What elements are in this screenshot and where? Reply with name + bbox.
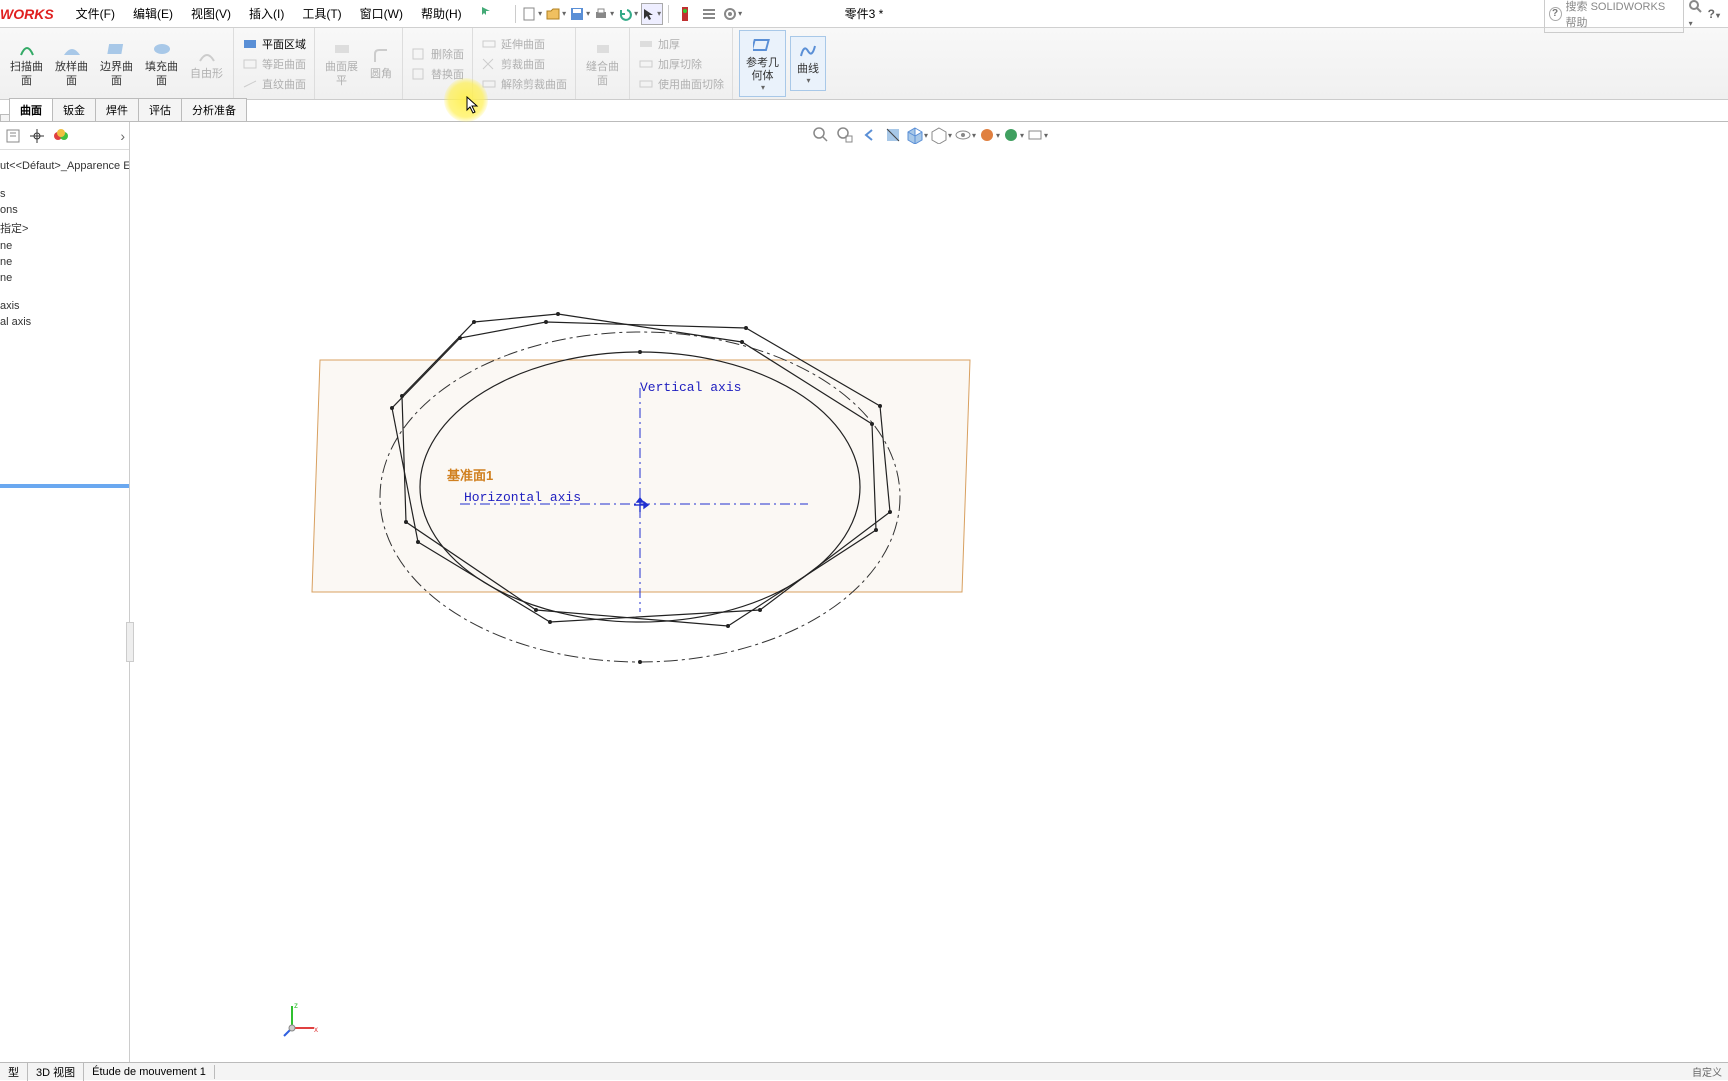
document-title: 零件3 * (845, 5, 884, 22)
thicken-button: 加厚 (634, 34, 728, 54)
flatten-surface-button: 曲面展 平 (319, 37, 364, 89)
undo-icon[interactable]: ▾ (617, 3, 639, 25)
tree-config[interactable]: ut<<Défaut>_Apparence Et (0, 158, 125, 174)
ruled-surface-button: 直纹曲面 (238, 74, 310, 94)
svg-text:x: x (314, 1025, 318, 1034)
rebuild-icon[interactable] (674, 3, 696, 25)
menu-window[interactable]: 窗口(W) (352, 1, 411, 26)
tab-motion-study[interactable]: Étude de mouvement 1 (84, 1065, 215, 1079)
offset-surface-button: 等距曲面 (238, 54, 310, 74)
untrim-surface-button: 解除剪裁曲面 (477, 74, 571, 94)
select-icon[interactable]: ▾ (641, 3, 663, 25)
tab-model[interactable]: 型 (0, 1063, 28, 1081)
sketch-drawing (130, 122, 1728, 1022)
help-menu-icon[interactable]: ?▾ (1708, 7, 1720, 21)
menu-view[interactable]: 视图(V) (183, 1, 239, 26)
tab-weldments[interactable]: 焊件 (95, 98, 139, 121)
thicken-cut-button: 加厚切除 (634, 54, 728, 74)
menu-edit[interactable]: 编辑(E) (125, 1, 181, 26)
panel-resize-handle[interactable] (126, 622, 134, 662)
command-tab-bar: 曲面 钣金 焊件 评估 分析准备 (0, 100, 1728, 122)
pin-icon[interactable] (472, 1, 500, 26)
app-logo: WORKS (0, 6, 60, 22)
tab-surfaces[interactable]: 曲面 (9, 98, 53, 121)
tree-item[interactable]: s (0, 186, 125, 202)
tree-item[interactable]: axis (0, 298, 125, 314)
filled-surface-button[interactable]: 填充曲 面 (139, 37, 184, 89)
open-file-icon[interactable]: ▾ (545, 3, 567, 25)
settings-icon[interactable]: ▾ (722, 3, 744, 25)
search-input[interactable]: ?搜索 SOLIDWORKS 帮助 (1544, 0, 1684, 33)
menu-bar: 文件(F) 编辑(E) 视图(V) 插入(I) 工具(T) 窗口(W) 帮助(H… (68, 1, 500, 26)
vertical-axis-label: Vertical axis (640, 380, 741, 395)
standard-toolbar: ▾ ▾ ▾ ▾ ▾ ▾ ▾ (512, 3, 744, 25)
horizontal-axis-label: Horizontal axis (464, 490, 581, 505)
boundary-surface-button[interactable]: 边界曲 面 (94, 37, 139, 89)
tab-sheet-metal[interactable]: 钣金 (52, 98, 96, 121)
knit-surface-button: 缝合曲 面 (580, 37, 625, 89)
ribbon: 扫描曲 面 放样曲 面 边界曲 面 填充曲 面 自由形 平面区域 等距曲面 直纹… (0, 28, 1728, 100)
tab-3d-view[interactable]: 3D 视图 (28, 1063, 84, 1081)
cut-with-surface-button: 使用曲面切除 (634, 74, 728, 94)
title-bar: WORKS 文件(F) 编辑(E) 视图(V) 插入(I) 工具(T) 窗口(W… (0, 0, 1728, 28)
tree-item[interactable]: al axis (0, 314, 125, 330)
feature-tree[interactable]: ut<<Défaut>_Apparence Et s ons 指定> ne ne… (0, 150, 129, 334)
tree-item[interactable]: ons (0, 202, 125, 218)
menu-insert[interactable]: 插入(I) (241, 1, 292, 26)
expand-panel-icon[interactable]: › (120, 128, 125, 144)
svg-text:z: z (294, 1001, 298, 1010)
tree-item[interactable]: ne (0, 254, 125, 270)
property-manager-icon[interactable] (28, 127, 46, 145)
feature-tree-icon[interactable] (4, 127, 22, 145)
replace-face-button: 替换面 (407, 64, 468, 84)
menu-tools[interactable]: 工具(T) (294, 1, 349, 26)
help-icon: ? (1549, 7, 1562, 21)
save-icon[interactable]: ▾ (569, 3, 591, 25)
config-manager-icon[interactable] (52, 127, 70, 145)
graphics-viewport[interactable]: ▾ ▾ ▾ ▾ ▾ ▾ (130, 122, 1728, 1062)
main-area: › ut<<Défaut>_Apparence Et s ons 指定> ne … (0, 122, 1728, 1062)
options-list-icon[interactable] (698, 3, 720, 25)
orientation-triad[interactable]: z x (282, 998, 322, 1038)
panel-tab-bar: › (0, 122, 129, 150)
tree-item[interactable]: ne (0, 270, 125, 286)
search-button-icon[interactable]: ▾ (1688, 0, 1704, 29)
tab-analysis-prep[interactable]: 分析准备 (181, 98, 247, 121)
print-icon[interactable]: ▾ (593, 3, 615, 25)
bottom-tab-bar: 型 3D 视图 Étude de mouvement 1 自定义 (0, 1062, 1728, 1080)
curves-button[interactable]: 曲线▾ (790, 36, 826, 91)
new-file-icon[interactable]: ▾ (521, 3, 543, 25)
tab-evaluate[interactable]: 评估 (138, 98, 182, 121)
extend-surface-button: 延伸曲面 (477, 34, 571, 54)
reference-geometry-button[interactable]: 参考几 何体▾ (739, 30, 786, 98)
tree-item[interactable]: ne (0, 238, 125, 254)
swept-surface-button[interactable]: 扫描曲 面 (4, 37, 49, 89)
panel-splitter[interactable] (0, 484, 129, 488)
planar-surface-button[interactable]: 平面区域 (238, 34, 310, 54)
trim-surface-button: 剪裁曲面 (477, 54, 571, 74)
menu-help[interactable]: 帮助(H) (413, 1, 470, 26)
fillet-button: 圆角 (364, 44, 398, 83)
status-text: 自定义 (1692, 1064, 1728, 1079)
menu-file[interactable]: 文件(F) (68, 1, 123, 26)
feature-manager-panel: › ut<<Défaut>_Apparence Et s ons 指定> ne … (0, 122, 130, 1062)
search-area: ?搜索 SOLIDWORKS 帮助 ▾ ?▾ (1544, 0, 1728, 33)
tree-item[interactable]: 指定> (0, 218, 125, 238)
freeform-button: 自由形 (184, 44, 229, 83)
delete-face-button: 删除面 (407, 44, 468, 64)
plane-label: 基准面1 (447, 465, 493, 484)
lofted-surface-button[interactable]: 放样曲 面 (49, 37, 94, 89)
